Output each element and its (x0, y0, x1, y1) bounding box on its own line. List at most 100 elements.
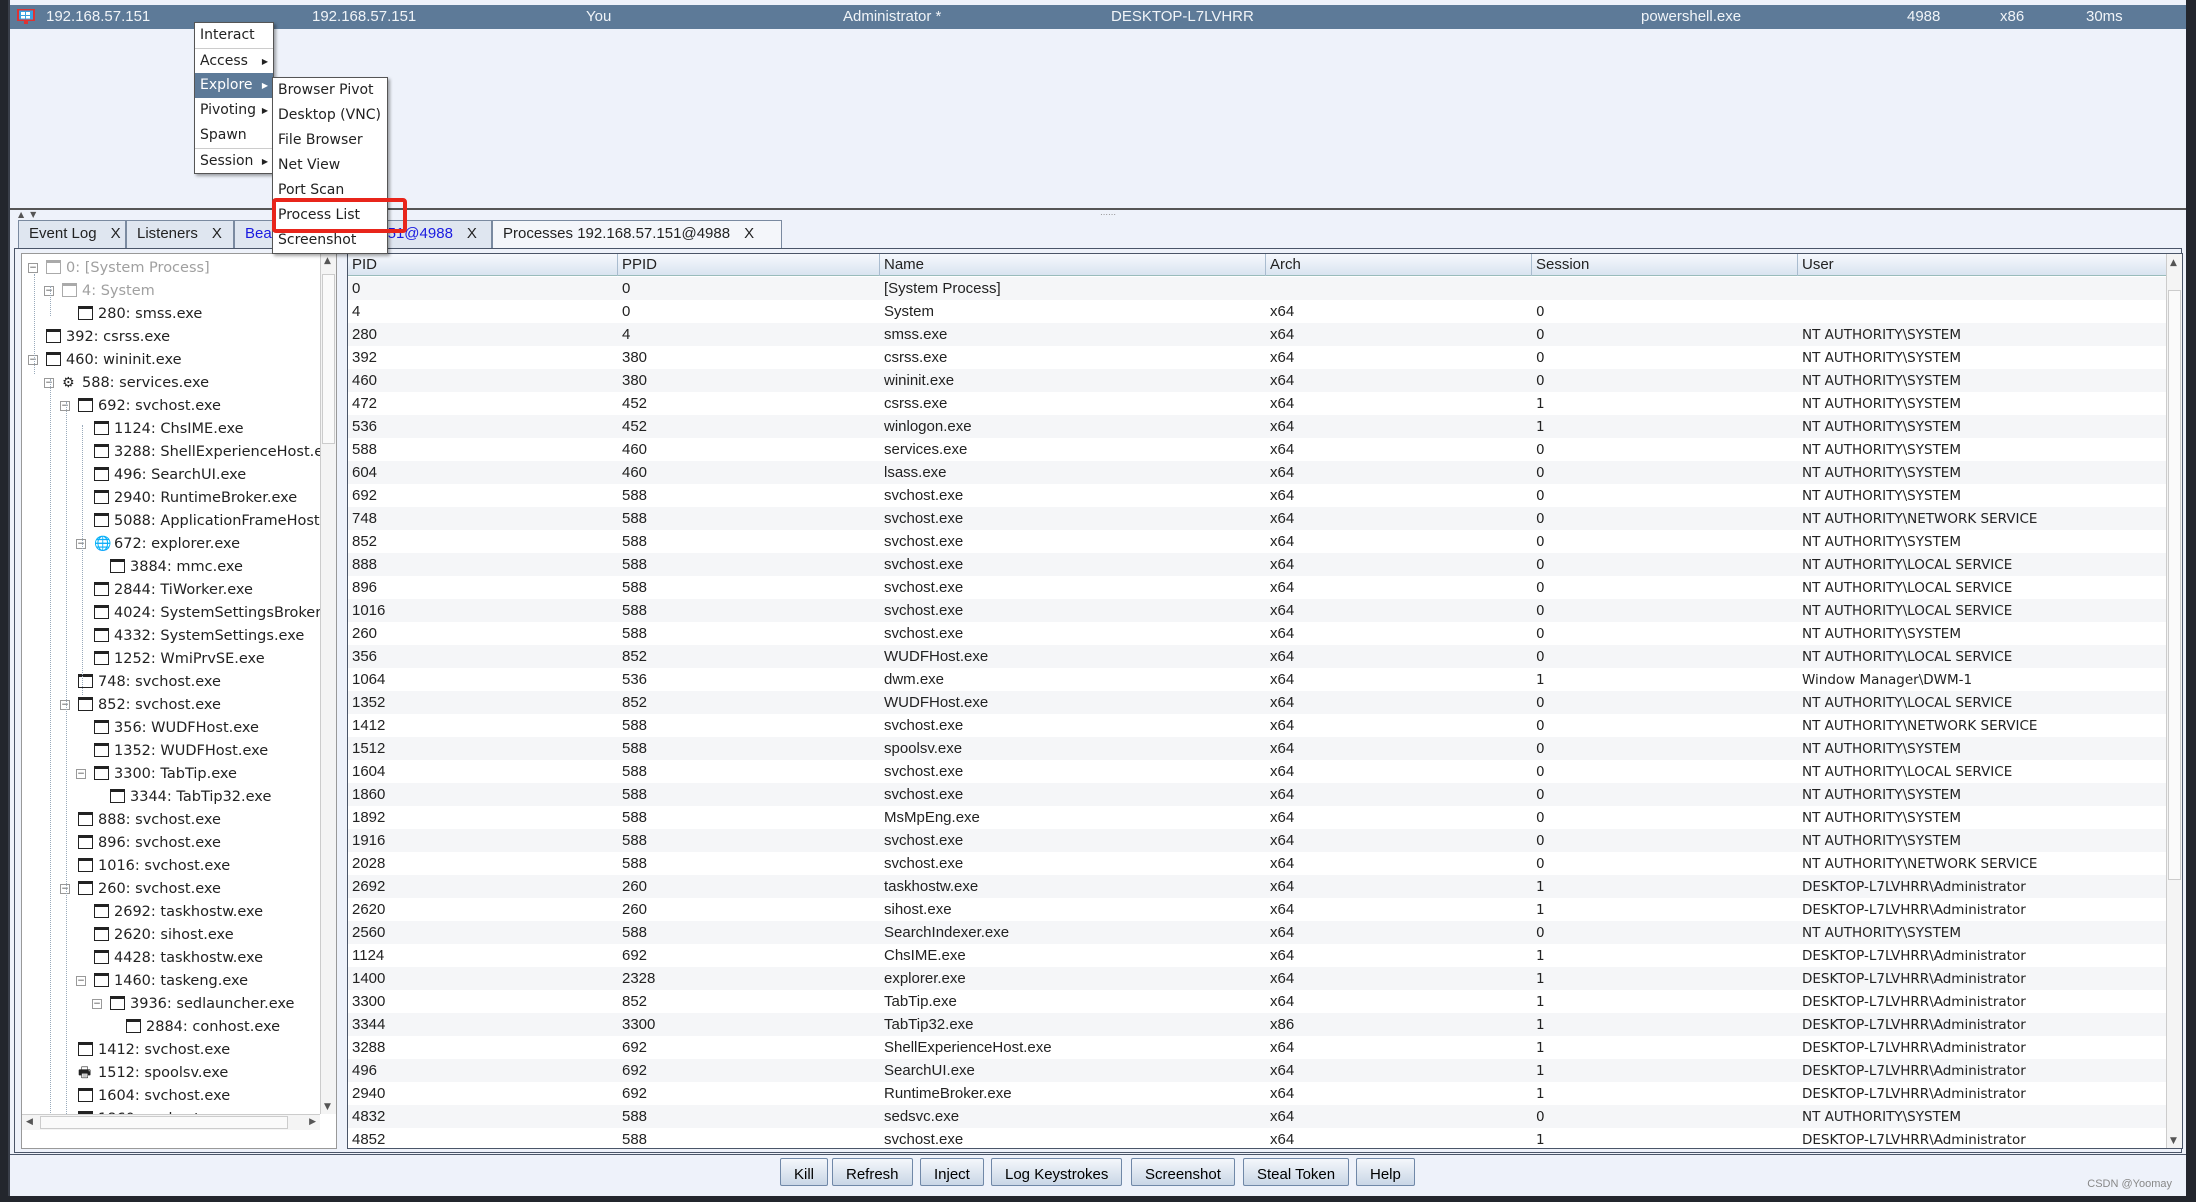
scroll-right-icon[interactable]: ▶ (309, 1117, 316, 1127)
table-row[interactable]: 1124 692 ChsIME.exe x64 1 DESKTOP-L7LVHRR\Adm… (348, 944, 2168, 967)
tab-listeners[interactable]: Listeners X (126, 220, 234, 248)
tree-node[interactable]: 3884: mmc.exe (110, 556, 243, 578)
menu-item-desktop-vnc[interactable]: Desktop (VNC) (273, 103, 387, 128)
table-row[interactable]: 0 0 [System Process] (348, 277, 2168, 300)
scroll-up-icon[interactable]: ▲ (2170, 258, 2177, 268)
collapse-toggle-icon[interactable]: − (28, 263, 38, 273)
collapse-toggle-icon[interactable]: − (44, 378, 54, 388)
table-row[interactable]: 1892 588 MsMpEng.exe x64 0 NT AUTHORITY\SYSTE… (348, 806, 2168, 829)
tree-node[interactable]: 2884: conhost.exe (126, 1016, 280, 1038)
kill-button[interactable]: Kill (780, 1158, 829, 1186)
collapse-toggle-icon[interactable]: − (76, 976, 86, 986)
collapse-toggle-icon[interactable]: − (44, 286, 54, 296)
collapse-toggle-icon[interactable]: − (28, 355, 38, 365)
table-row[interactable]: 460 380 wininit.exe x64 0 NT AUTHORITY\SYSTEM (348, 369, 2168, 392)
tree-node[interactable]: 🖶 1512: spoolsv.exe (78, 1062, 228, 1084)
tree-node[interactable]: 392: csrss.exe (46, 326, 170, 348)
tab-processes[interactable]: Processes 192.168.57.151@4988 X (492, 220, 782, 249)
tree-node[interactable]: 4024: SystemSettingsBroker.exe (94, 602, 320, 624)
table-row[interactable]: 1604 588 svchost.exe x64 0 NT AUTHORITY\LOCAL… (348, 760, 2168, 783)
tree-node[interactable]: 748: svchost.exe (78, 671, 221, 693)
table-row[interactable]: 1016 588 svchost.exe x64 0 NT AUTHORITY\LOCAL… (348, 599, 2168, 622)
tree-node[interactable]: 4332: SystemSettings.exe (94, 625, 304, 647)
menu-item-file-browser[interactable]: File Browser (273, 128, 387, 153)
table-row[interactable]: 888 588 svchost.exe x64 0 NT AUTHORITY\LOCAL … (348, 553, 2168, 576)
close-icon[interactable]: X (467, 225, 477, 242)
screenshot-button[interactable]: Screenshot (1131, 1158, 1235, 1186)
tree-node[interactable]: 496: SearchUI.exe (94, 464, 246, 486)
tree-node[interactable]: − 3300: TabTip.exe (76, 763, 237, 785)
collapse-toggle-icon[interactable]: − (76, 539, 86, 549)
table-row[interactable]: 2028 588 svchost.exe x64 0 NT AUTHORITY\NETWO… (348, 852, 2168, 875)
column-header-pid[interactable]: PID (348, 254, 618, 276)
table-row[interactable]: 1064 536 dwm.exe x64 1 Window Manager\DWM-1 (348, 668, 2168, 691)
tree-node[interactable]: 2692: taskhostw.exe (94, 901, 263, 923)
tree-node[interactable]: 3344: TabTip32.exe (110, 786, 271, 808)
table-row[interactable]: 588 460 services.exe x64 0 NT AUTHORITY\SYSTE… (348, 438, 2168, 461)
collapse-toggle-icon[interactable]: − (60, 700, 70, 710)
menu-item-spawn[interactable]: Spawn (195, 123, 273, 148)
table-row[interactable]: 536 452 winlogon.exe x64 1 NT AUTHORITY\SYSTE… (348, 415, 2168, 438)
tree-node[interactable]: − 🌐 672: explorer.exe (76, 533, 240, 555)
table-row[interactable]: 4832 588 sedsvc.exe x64 0 NT AUTHORITY\SYSTEM (348, 1105, 2168, 1128)
split-collapse-arrows[interactable]: ▲▼ (18, 210, 42, 219)
tree-node[interactable]: 4428: taskhostw.exe (94, 947, 263, 969)
process-tree[interactable]: − 0: [System Process] − 4: System 280: smss.… (21, 253, 337, 1149)
tree-node[interactable]: 888: svchost.exe (78, 809, 221, 831)
table-row[interactable]: 4 0 System x64 0 (348, 300, 2168, 323)
tree-node[interactable]: 2844: TiWorker.exe (94, 579, 253, 601)
table-row[interactable]: 1860 588 svchost.exe x64 0 NT AUTHORITY\SYSTE… (348, 783, 2168, 806)
tree-node[interactable]: − 692: svchost.exe (60, 395, 221, 417)
scroll-down-icon[interactable]: ▼ (324, 1102, 331, 1112)
tree-node[interactable]: 2940: RuntimeBroker.exe (94, 487, 297, 509)
table-row[interactable]: 356 852 WUDFHost.exe x64 0 NT AUTHORITY\LOCAL… (348, 645, 2168, 668)
table-row[interactable]: 1400 2328 explorer.exe x64 1 DESKTOP-L7LVHRR\… (348, 967, 2168, 990)
column-header-user[interactable]: User (1798, 254, 2168, 276)
scroll-up-icon[interactable]: ▲ (324, 256, 331, 266)
table-row[interactable]: 4852 588 svchost.exe x64 1 DESKTOP-L7LVHRR\Ad… (348, 1128, 2168, 1148)
menu-item-browser-pivot[interactable]: Browser Pivot (273, 78, 387, 103)
split-divider-grip[interactable]: ⋯⋯ (1100, 210, 1116, 219)
menu-item-pivoting[interactable]: Pivoting ▶ (195, 98, 273, 123)
table-row[interactable]: 392 380 csrss.exe x64 0 NT AUTHORITY\SYSTEM (348, 346, 2168, 369)
scrollbar-thumb[interactable] (322, 274, 335, 444)
tree-node[interactable]: 1124: ChsIME.exe (94, 418, 244, 440)
table-row[interactable]: 692 588 svchost.exe x64 0 NT AUTHORITY\SYSTEM (348, 484, 2168, 507)
close-icon[interactable]: X (111, 225, 121, 242)
tree-node[interactable]: − 0: [System Process] (28, 257, 210, 279)
tree-node[interactable]: 1252: WmiPrvSE.exe (94, 648, 265, 670)
table-vertical-scrollbar[interactable]: ▲ ▼ (2166, 254, 2182, 1148)
tree-node[interactable]: − 260: svchost.exe (60, 878, 221, 900)
steal-token-button[interactable]: Steal Token (1243, 1158, 1350, 1186)
session-row[interactable]: 192.168.57.151 192.168.57.151 You Admini… (10, 5, 2186, 29)
tree-horizontal-scrollbar[interactable]: ◀ ▶ (22, 1114, 320, 1130)
table-row[interactable]: 3300 852 TabTip.exe x64 1 DESKTOP-L7LVHRR\Adm… (348, 990, 2168, 1013)
column-header-arch[interactable]: Arch (1266, 254, 1532, 276)
column-header-ppid[interactable]: PPID (618, 254, 880, 276)
table-row[interactable]: 260 588 svchost.exe x64 0 NT AUTHORITY\SYSTEM (348, 622, 2168, 645)
scroll-down-icon[interactable]: ▼ (2170, 1136, 2177, 1146)
tree-node[interactable]: 280: smss.exe (78, 303, 202, 325)
close-icon[interactable]: X (744, 225, 754, 242)
table-row[interactable]: 3288 692 ShellExperienceHost.exe x64 1 DESKTO… (348, 1036, 2168, 1059)
tree-node[interactable]: − 1460: taskeng.exe (76, 970, 248, 992)
table-row[interactable]: 280 4 smss.exe x64 0 NT AUTHORITY\SYSTEM (348, 323, 2168, 346)
menu-item-explore[interactable]: Explore ▶ (195, 73, 273, 98)
tree-node[interactable]: 5088: ApplicationFrameHost.exe (94, 510, 320, 532)
table-row[interactable]: 2560 588 SearchIndexer.exe x64 0 NT AUTHORITY… (348, 921, 2168, 944)
table-row[interactable]: 472 452 csrss.exe x64 1 NT AUTHORITY\SYSTEM (348, 392, 2168, 415)
tree-node[interactable]: 1352: WUDFHost.exe (94, 740, 268, 762)
table-row[interactable]: 1512 588 spoolsv.exe x64 0 NT AUTHORITY\SYSTE… (348, 737, 2168, 760)
column-header-name[interactable]: Name (880, 254, 1266, 276)
tree-vertical-scrollbar[interactable]: ▲ ▼ (320, 254, 336, 1114)
table-row[interactable]: 1352 852 WUDFHost.exe x64 0 NT AUTHORITY\LOCA… (348, 691, 2168, 714)
close-icon[interactable]: X (212, 225, 222, 242)
tree-node[interactable]: − 852: svchost.exe (60, 694, 221, 716)
table-row[interactable]: 3344 3300 TabTip32.exe x86 1 DESKTOP-L7LVHRR\… (348, 1013, 2168, 1036)
inject-button[interactable]: Inject (920, 1158, 984, 1186)
tree-node[interactable]: 3288: ShellExperienceHost.exe (94, 441, 320, 463)
table-row[interactable]: 1412 588 svchost.exe x64 0 NT AUTHORITY\NETWO… (348, 714, 2168, 737)
column-header-session[interactable]: Session (1532, 254, 1798, 276)
table-row[interactable]: 896 588 svchost.exe x64 0 NT AUTHORITY\LOCAL … (348, 576, 2168, 599)
table-row[interactable]: 2940 692 RuntimeBroker.exe x64 1 DESKTOP-L7LV… (348, 1082, 2168, 1105)
